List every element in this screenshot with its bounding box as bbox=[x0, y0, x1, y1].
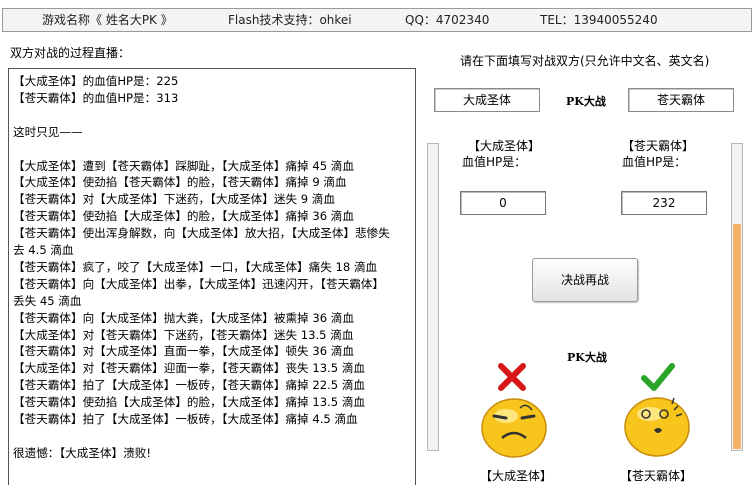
log-line: 【大成圣体】使劲掐【苍天霸体】的脸，【苍天霸体】痛掉 9 滴血 bbox=[13, 175, 347, 190]
rematch-button[interactable]: 决战再战 bbox=[532, 258, 638, 302]
log-line: 【苍天霸体】向【大成圣体】抛大粪，【大成圣体】被熏掉 36 滴血 bbox=[13, 310, 354, 325]
log-line: 【苍天霸体】使劲掐【大成圣体】的脸，【大成圣体】痛掉 13.5 滴血 bbox=[13, 395, 366, 410]
log-line: 【苍天霸体】对【大成圣体】下迷药，【大成圣体】迷失 9 滴血 bbox=[13, 192, 335, 207]
log-line: 【苍天霸体】拍了【大成圣体】一板砖，【大成圣体】痛掉 4.5 滴血 bbox=[13, 412, 358, 426]
tel-contact: TEL：13940055240 bbox=[540, 13, 658, 27]
pk-label: PK大战 bbox=[566, 95, 606, 108]
log-line: 这时只见—— bbox=[13, 124, 83, 139]
log-line: 【大成圣体】的血值HP是：225 bbox=[13, 74, 179, 88]
log-line: 丢失 45 滴血 bbox=[13, 293, 82, 308]
battle-log[interactable]: 【大成圣体】的血值HP是：225 【苍天霸体】的血值HP是：313 这时只见—— 【大… bbox=[8, 68, 416, 485]
qq-contact: QQ：4702340 bbox=[405, 13, 490, 27]
player1-bottom-label: 【大成圣体】 bbox=[480, 469, 553, 483]
player2-bottom-label: 【苍天霸体】 bbox=[620, 469, 693, 483]
input-instruction: 请在下面填写对战双方(只允许中文名、英文名) bbox=[460, 54, 710, 68]
flash-support: Flash技术支持：ohkei bbox=[228, 13, 352, 27]
log-line: 【苍天霸体】使劲掐【大成圣体】的脸，【大成圣体】痛掉 36 滴血 bbox=[13, 209, 354, 224]
player2-tag: 【苍天霸体】 bbox=[622, 139, 695, 153]
log-line: 去 4.5 滴血 bbox=[13, 243, 74, 257]
log-line: 【苍天霸体】向【大成圣体】出拳，【大成圣体】迅速闪开，【苍天霸体】 bbox=[13, 276, 384, 291]
log-line: 【大成圣体】遭到【苍天霸体】踩脚趾，【大成圣体】痛掉 45 滴血 bbox=[13, 158, 354, 173]
sad-face-icon bbox=[481, 398, 547, 458]
player1-tag: 【大成圣体】 bbox=[468, 139, 541, 153]
log-title: 双方对战的过程直播： bbox=[10, 46, 131, 60]
player1-hp-label: 血值HP是： bbox=[462, 155, 527, 169]
log-line: 【苍天霸体】对【大成圣体】直面一拳，【大成圣体】顿失 36 滴血 bbox=[13, 344, 354, 359]
log-line: 【苍天霸体】使出浑身解数，向【大成圣体】放大招，【大成圣体】悲惨失 bbox=[13, 226, 390, 241]
log-line: 【苍天霸体】疯了，咬了【大成圣体】一口，【大成圣体】痛失 18 滴血 bbox=[13, 259, 378, 274]
log-line: 【苍天霸体】拍了【大成圣体】一板砖，【苍天霸体】痛掉 22.5 滴血 bbox=[13, 378, 366, 393]
pk-label-bottom: PK大战 bbox=[567, 351, 607, 364]
player2-hp-bar bbox=[731, 143, 743, 451]
player2-hp-bar-fill bbox=[733, 224, 741, 449]
game-name: 游戏名称《 姓名大PK 》 bbox=[42, 13, 173, 27]
player1-hp-bar bbox=[427, 143, 439, 451]
header: 游戏名称《 姓名大PK 》 Flash技术支持：ohkei QQ：4702340… bbox=[0, 0, 754, 36]
x-mark-icon bbox=[498, 363, 526, 391]
player2-hp-value: 232 bbox=[621, 191, 707, 215]
player1-name-input[interactable]: 大成圣体 bbox=[434, 88, 540, 112]
check-mark-icon bbox=[641, 363, 675, 391]
log-line: 【苍天霸体】的血值HP是：313 bbox=[13, 90, 179, 105]
player2-hp-label: 血值HP是： bbox=[622, 155, 687, 169]
dizzy-face-icon bbox=[624, 397, 690, 457]
log-line: 【大成圣体】对【苍天霸体】迎面一拳，【苍天霸体】丧失 13.5 滴血 bbox=[13, 361, 366, 376]
player2-name-input[interactable]: 苍天霸体 bbox=[628, 88, 734, 112]
player1-hp-value: 0 bbox=[460, 191, 546, 215]
log-line: 很遗憾：【大成圣体】溃败! bbox=[13, 445, 151, 460]
log-line: 【大成圣体】对【苍天霸体】下迷药，【苍天霸体】迷失 13.5 滴血 bbox=[13, 327, 354, 342]
